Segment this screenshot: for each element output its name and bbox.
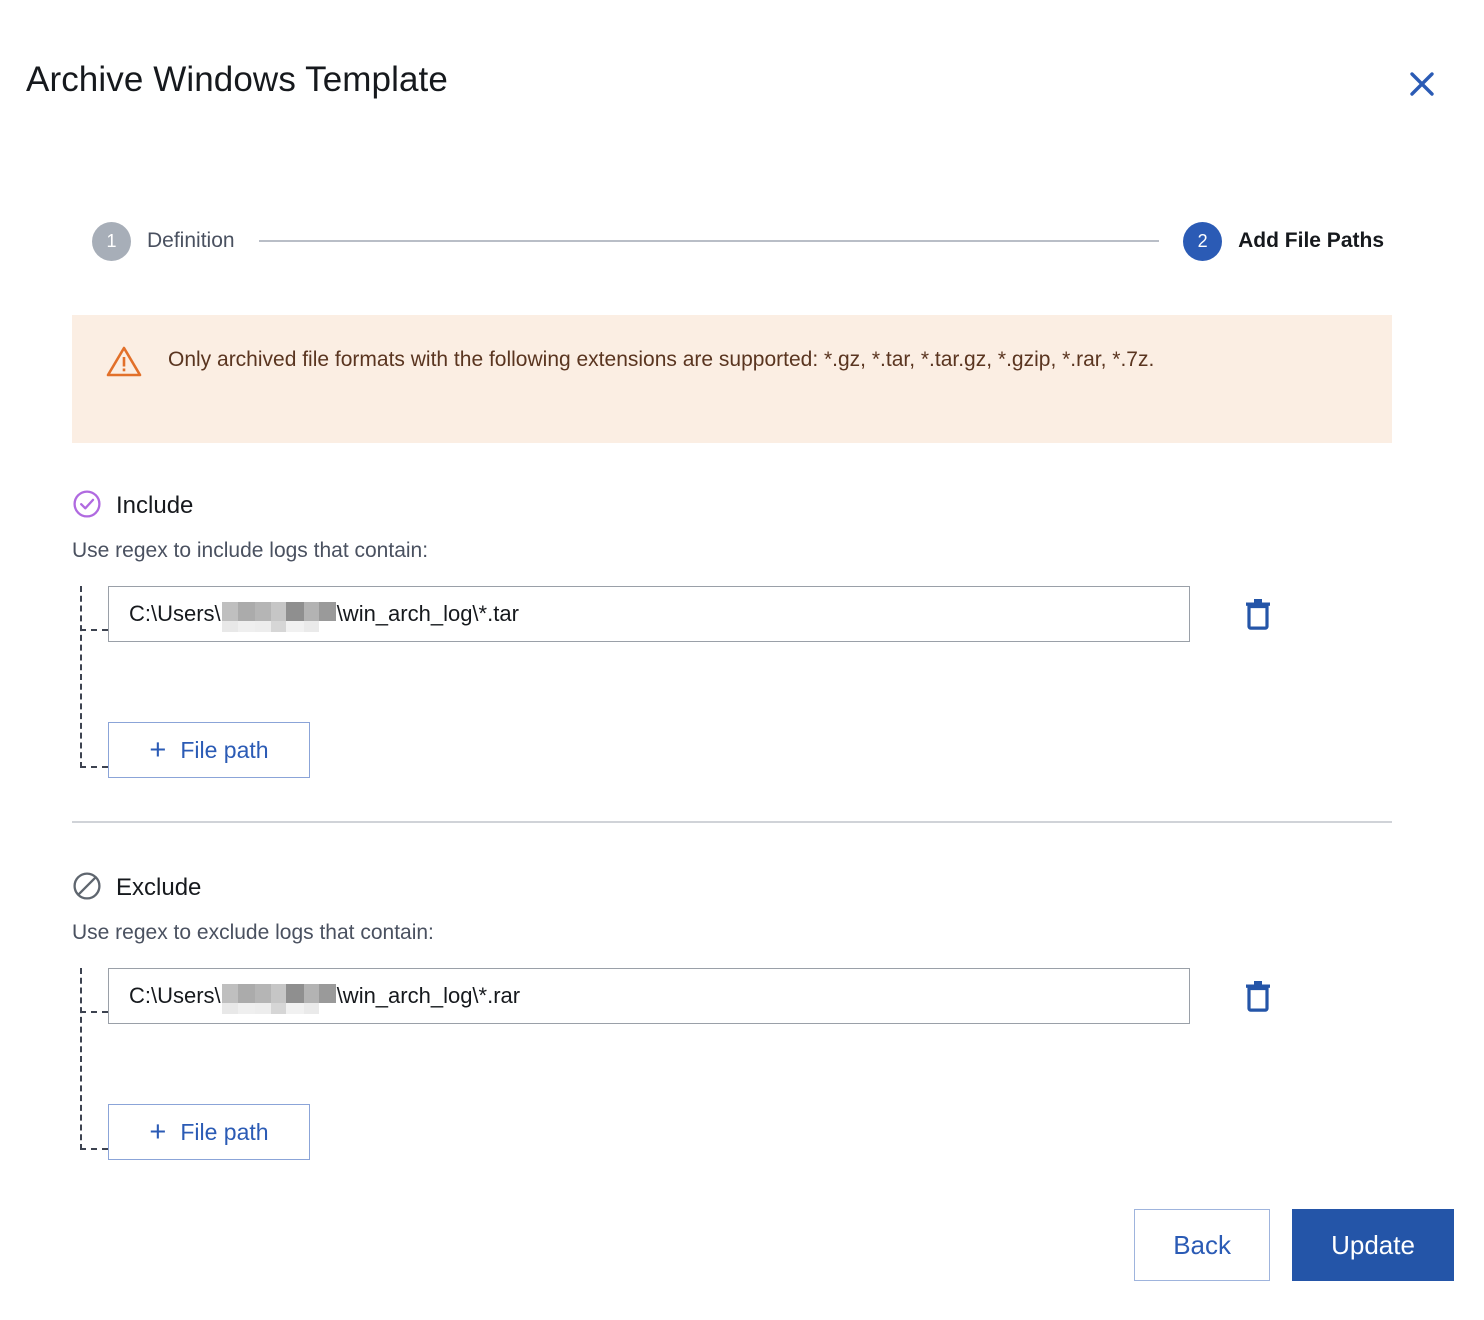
exclude-path-input[interactable]: C:\Users\ \win_arch_log\*.rar [108,968,1190,1024]
tree-trunk-line [80,586,82,768]
close-button[interactable] [1400,62,1444,106]
tree-branch-line [80,1148,108,1150]
wizard-stepper: 1 Definition 2 Add File Paths [92,219,1384,263]
include-path-tree: C:\Users\ \win_arch_log\*.tar + File path [72,586,1402,778]
path-prefix: C:\Users\ [129,601,221,626]
plus-icon: + [149,1115,167,1148]
exclude-title: Exclude [116,874,202,901]
stepper-connector-line [258,240,1160,242]
no-entry-icon [72,871,102,906]
tree-trunk-line [80,968,82,1150]
tree-branch-line [80,766,108,768]
add-file-path-label: File path [180,736,269,763]
check-circle-icon [72,489,102,524]
path-suffix: \win_arch_log\*.tar [336,601,519,626]
include-delete-path-button[interactable] [1232,588,1284,640]
include-path-row: C:\Users\ \win_arch_log\*.tar [108,586,1402,642]
plus-icon: + [149,733,167,766]
trash-icon [1243,978,1273,1015]
step-definition[interactable]: 1 Definition [92,221,235,261]
warning-banner: Only archived file formats with the foll… [72,315,1392,443]
exclude-delete-path-button[interactable] [1232,970,1284,1022]
step-number-badge: 1 [92,221,131,261]
dialog-header: Archive Windows Template [26,58,1458,122]
warning-triangle-icon [106,345,142,417]
dialog-footer: Back Update [72,1209,1454,1281]
include-header: Include [72,489,1402,523]
step-add-file-paths[interactable]: 2 Add File Paths [1183,221,1384,261]
include-path-input[interactable]: C:\Users\ \win_arch_log\*.tar [108,586,1190,642]
step-label: Add File Paths [1238,229,1384,252]
tree-branch-line [80,1011,108,1013]
include-title: Include [116,492,194,519]
add-file-path-label: File path [180,1118,269,1145]
archive-windows-template-dialog: Archive Windows Template 1 Definition 2 … [0,0,1484,1320]
path-prefix: C:\Users\ [129,983,221,1008]
exclude-add-file-path-button[interactable]: + File path [108,1104,310,1160]
close-icon [1407,69,1437,99]
exclude-path-row: C:\Users\ \win_arch_log\*.rar [108,968,1402,1024]
trash-icon [1243,596,1273,633]
exclude-header: Exclude [72,871,1402,905]
redacted-username [221,984,336,1014]
warning-message: Only archived file formats with the foll… [168,348,1155,371]
step-number-badge: 2 [1183,221,1223,261]
include-add-file-path-button[interactable]: + File path [108,722,310,778]
section-divider [72,821,1392,823]
exclude-section: Exclude Use regex to exclude logs that c… [72,871,1402,1160]
page-title: Archive Windows Template [26,60,448,99]
exclude-subtitle: Use regex to exclude logs that contain: [72,921,434,944]
step-label: Definition [147,229,235,252]
include-section: Include Use regex to include logs that c… [72,489,1402,778]
exclude-path-tree: C:\Users\ \win_arch_log\*.rar + File path [72,968,1402,1160]
redacted-username [221,602,336,632]
tree-branch-line [80,629,108,631]
update-button[interactable]: Update [1292,1209,1454,1281]
path-suffix: \win_arch_log\*.rar [336,983,521,1008]
back-button[interactable]: Back [1134,1209,1270,1281]
include-subtitle: Use regex to include logs that contain: [72,539,429,562]
